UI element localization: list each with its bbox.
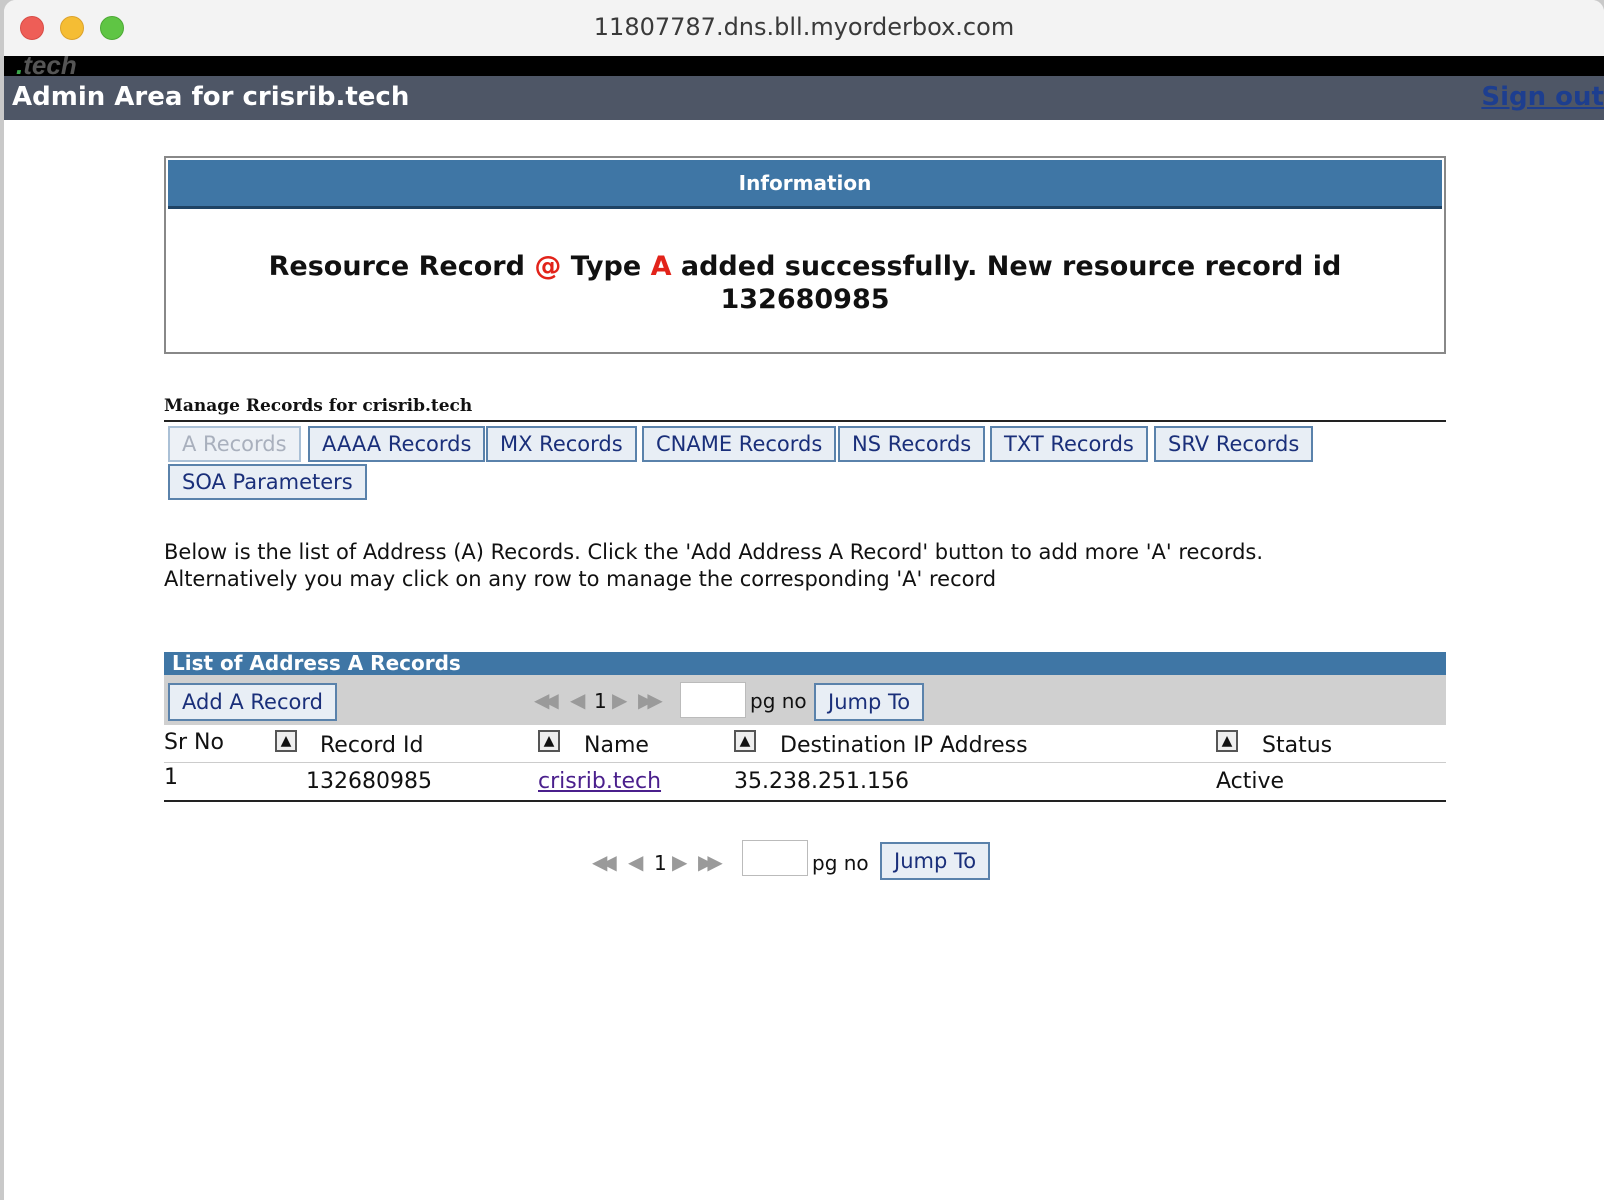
record-type: A bbox=[650, 251, 672, 282]
tab-soa-parameters[interactable]: SOA Parameters bbox=[168, 464, 367, 500]
sort-up-icon[interactable]: ▲ bbox=[1216, 730, 1238, 752]
information-panel: Information Resource Record @ Type A add… bbox=[164, 156, 1446, 354]
browser-window: 11807787.dns.bll.myorderbox.com .tech Ad… bbox=[4, 0, 1604, 1200]
cell-destination-ip: 35.238.251.156 bbox=[734, 769, 909, 794]
page-number-input[interactable] bbox=[742, 840, 808, 876]
sort-up-icon[interactable]: ▲ bbox=[734, 730, 756, 752]
brand-bar: .tech bbox=[4, 56, 1604, 76]
double-right-arrow-icon: ▶▶ bbox=[638, 688, 663, 712]
cell-record-id: 132680985 bbox=[306, 769, 432, 794]
right-arrow-icon: ▶ bbox=[612, 688, 628, 712]
records-description: Below is the list of Address (A) Records… bbox=[164, 539, 1263, 593]
information-heading: Information bbox=[168, 160, 1442, 209]
message-text: Resource Record bbox=[268, 251, 535, 282]
column-header-record-id: Record Id bbox=[320, 733, 424, 758]
page-number-input[interactable] bbox=[680, 682, 746, 718]
pg-no-label: pg no bbox=[812, 851, 869, 875]
column-header-destination: Destination IP Address bbox=[780, 733, 1028, 758]
tab-mx-records[interactable]: MX Records bbox=[486, 426, 637, 462]
double-left-arrow-icon: ◀◀ bbox=[592, 850, 617, 874]
description-line: Alternatively you may click on any row t… bbox=[164, 567, 997, 591]
manage-records-title: Manage Records for crisrib.tech bbox=[164, 396, 473, 416]
tab-cname-records[interactable]: CNAME Records bbox=[642, 426, 837, 462]
admin-title: Admin Area for crisrib.tech bbox=[12, 82, 410, 112]
current-page-number: 1 bbox=[654, 851, 667, 875]
column-header-sr-no: Sr No bbox=[164, 730, 224, 755]
divider bbox=[164, 800, 1446, 802]
pg-no-label: pg no bbox=[750, 689, 807, 713]
sort-up-icon[interactable]: ▲ bbox=[538, 730, 560, 752]
message-text: Type bbox=[561, 251, 651, 282]
tab-txt-records[interactable]: TXT Records bbox=[990, 426, 1148, 462]
column-header-name: Name bbox=[584, 733, 649, 758]
left-arrow-icon: ◀ bbox=[628, 850, 644, 874]
double-left-arrow-icon: ◀◀ bbox=[534, 688, 559, 712]
double-right-arrow-icon: ▶▶ bbox=[698, 850, 723, 874]
record-name-link[interactable]: crisrib.tech bbox=[538, 769, 661, 794]
tech-logo: .tech bbox=[16, 56, 77, 76]
tab-srv-records[interactable]: SRV Records bbox=[1154, 426, 1314, 462]
sort-up-icon[interactable]: ▲ bbox=[275, 730, 297, 752]
cell-status: Active bbox=[1216, 769, 1285, 794]
column-header-status: Status bbox=[1262, 733, 1333, 758]
right-arrow-icon: ▶ bbox=[672, 850, 688, 874]
tab-ns-records[interactable]: NS Records bbox=[838, 426, 986, 462]
divider bbox=[164, 762, 1446, 763]
window-title: 11807787.dns.bll.myorderbox.com bbox=[593, 13, 1015, 41]
cell-sr-no: 1 bbox=[164, 765, 178, 790]
add-a-record-button[interactable]: Add A Record bbox=[168, 683, 337, 721]
tab-aaaa-records[interactable]: AAAA Records bbox=[308, 426, 486, 462]
left-arrow-icon: ◀ bbox=[570, 688, 586, 712]
description-line: Below is the list of Address (A) Records… bbox=[164, 540, 1264, 564]
admin-header: Admin Area for crisrib.tech Sign out bbox=[4, 76, 1604, 120]
sign-out-link[interactable]: Sign out bbox=[1481, 82, 1604, 112]
success-message: Resource Record @ Type A added successfu… bbox=[166, 250, 1444, 316]
jump-to-button[interactable]: Jump To bbox=[880, 842, 991, 880]
list-toolbar: Add A Record ◀◀ ◀ 1 ▶ ▶▶ pg no Jump To bbox=[164, 675, 1446, 725]
new-record-id: 132680985 bbox=[720, 284, 890, 315]
current-page-number: 1 bbox=[594, 689, 607, 713]
jump-to-button[interactable]: Jump To bbox=[814, 683, 925, 721]
divider bbox=[164, 420, 1446, 422]
logo-text: tech bbox=[23, 56, 77, 76]
message-text: added successfully. New resource record … bbox=[671, 251, 1342, 282]
tab-a-records[interactable]: A Records bbox=[168, 426, 301, 462]
title-bar: 11807787.dns.bll.myorderbox.com bbox=[4, 0, 1604, 57]
record-host: @ bbox=[534, 251, 562, 282]
list-heading: List of Address A Records bbox=[164, 652, 1446, 675]
